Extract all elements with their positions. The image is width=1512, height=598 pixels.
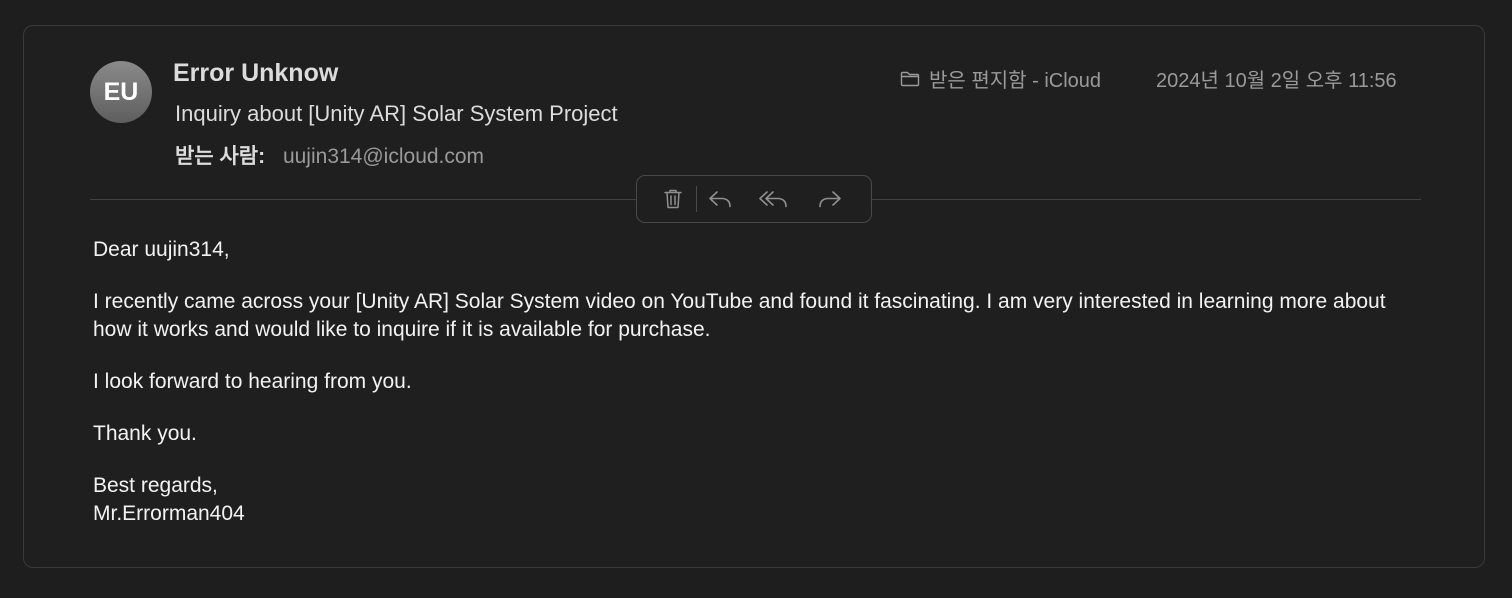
signature: Mr.Errorman404 (93, 502, 245, 525)
mailbox-location[interactable]: 받은 편지함 - iCloud (900, 64, 1101, 93)
reply-all-icon (759, 191, 787, 208)
toolbar-separator (696, 186, 697, 212)
sender-name[interactable]: Error Unknow (173, 59, 338, 88)
body-paragraph: Thank you. (93, 422, 197, 445)
mailbox-label: 받은 편지함 - iCloud (929, 70, 1102, 92)
closing: Best regards, (93, 474, 218, 497)
avatar-initials: EU (103, 77, 139, 106)
folder-icon (900, 71, 920, 86)
to-label: 받는 사람: (175, 145, 266, 168)
body-paragraph: I recently came across your [Unity AR] S… (93, 290, 1386, 341)
trash-icon (664, 189, 682, 209)
email-body: Dear uujin314, I recently came across yo… (93, 236, 1393, 528)
greeting: Dear uujin314, (93, 238, 230, 261)
email-message-card: EU Error Unknow Inquiry about [Unity AR]… (23, 25, 1485, 568)
avatar[interactable]: EU (90, 61, 152, 123)
to-address[interactable]: uujin314@icloud.com (283, 145, 484, 168)
forward-icon (819, 191, 841, 208)
recipient-row: 받는 사람: uujin314@icloud.com (175, 140, 484, 170)
reply-all-button[interactable] (757, 182, 791, 216)
forward-button[interactable] (813, 182, 847, 216)
email-subject: Inquiry about [Unity AR] Solar System Pr… (175, 101, 618, 126)
body-paragraph: I look forward to hearing from you. (93, 370, 412, 393)
email-date: 2024년 10월 2일 오후 11:56 (1156, 70, 1397, 92)
reply-icon (709, 191, 731, 208)
delete-button[interactable] (656, 182, 690, 216)
reply-button[interactable] (703, 182, 737, 216)
message-toolbar (636, 175, 872, 223)
